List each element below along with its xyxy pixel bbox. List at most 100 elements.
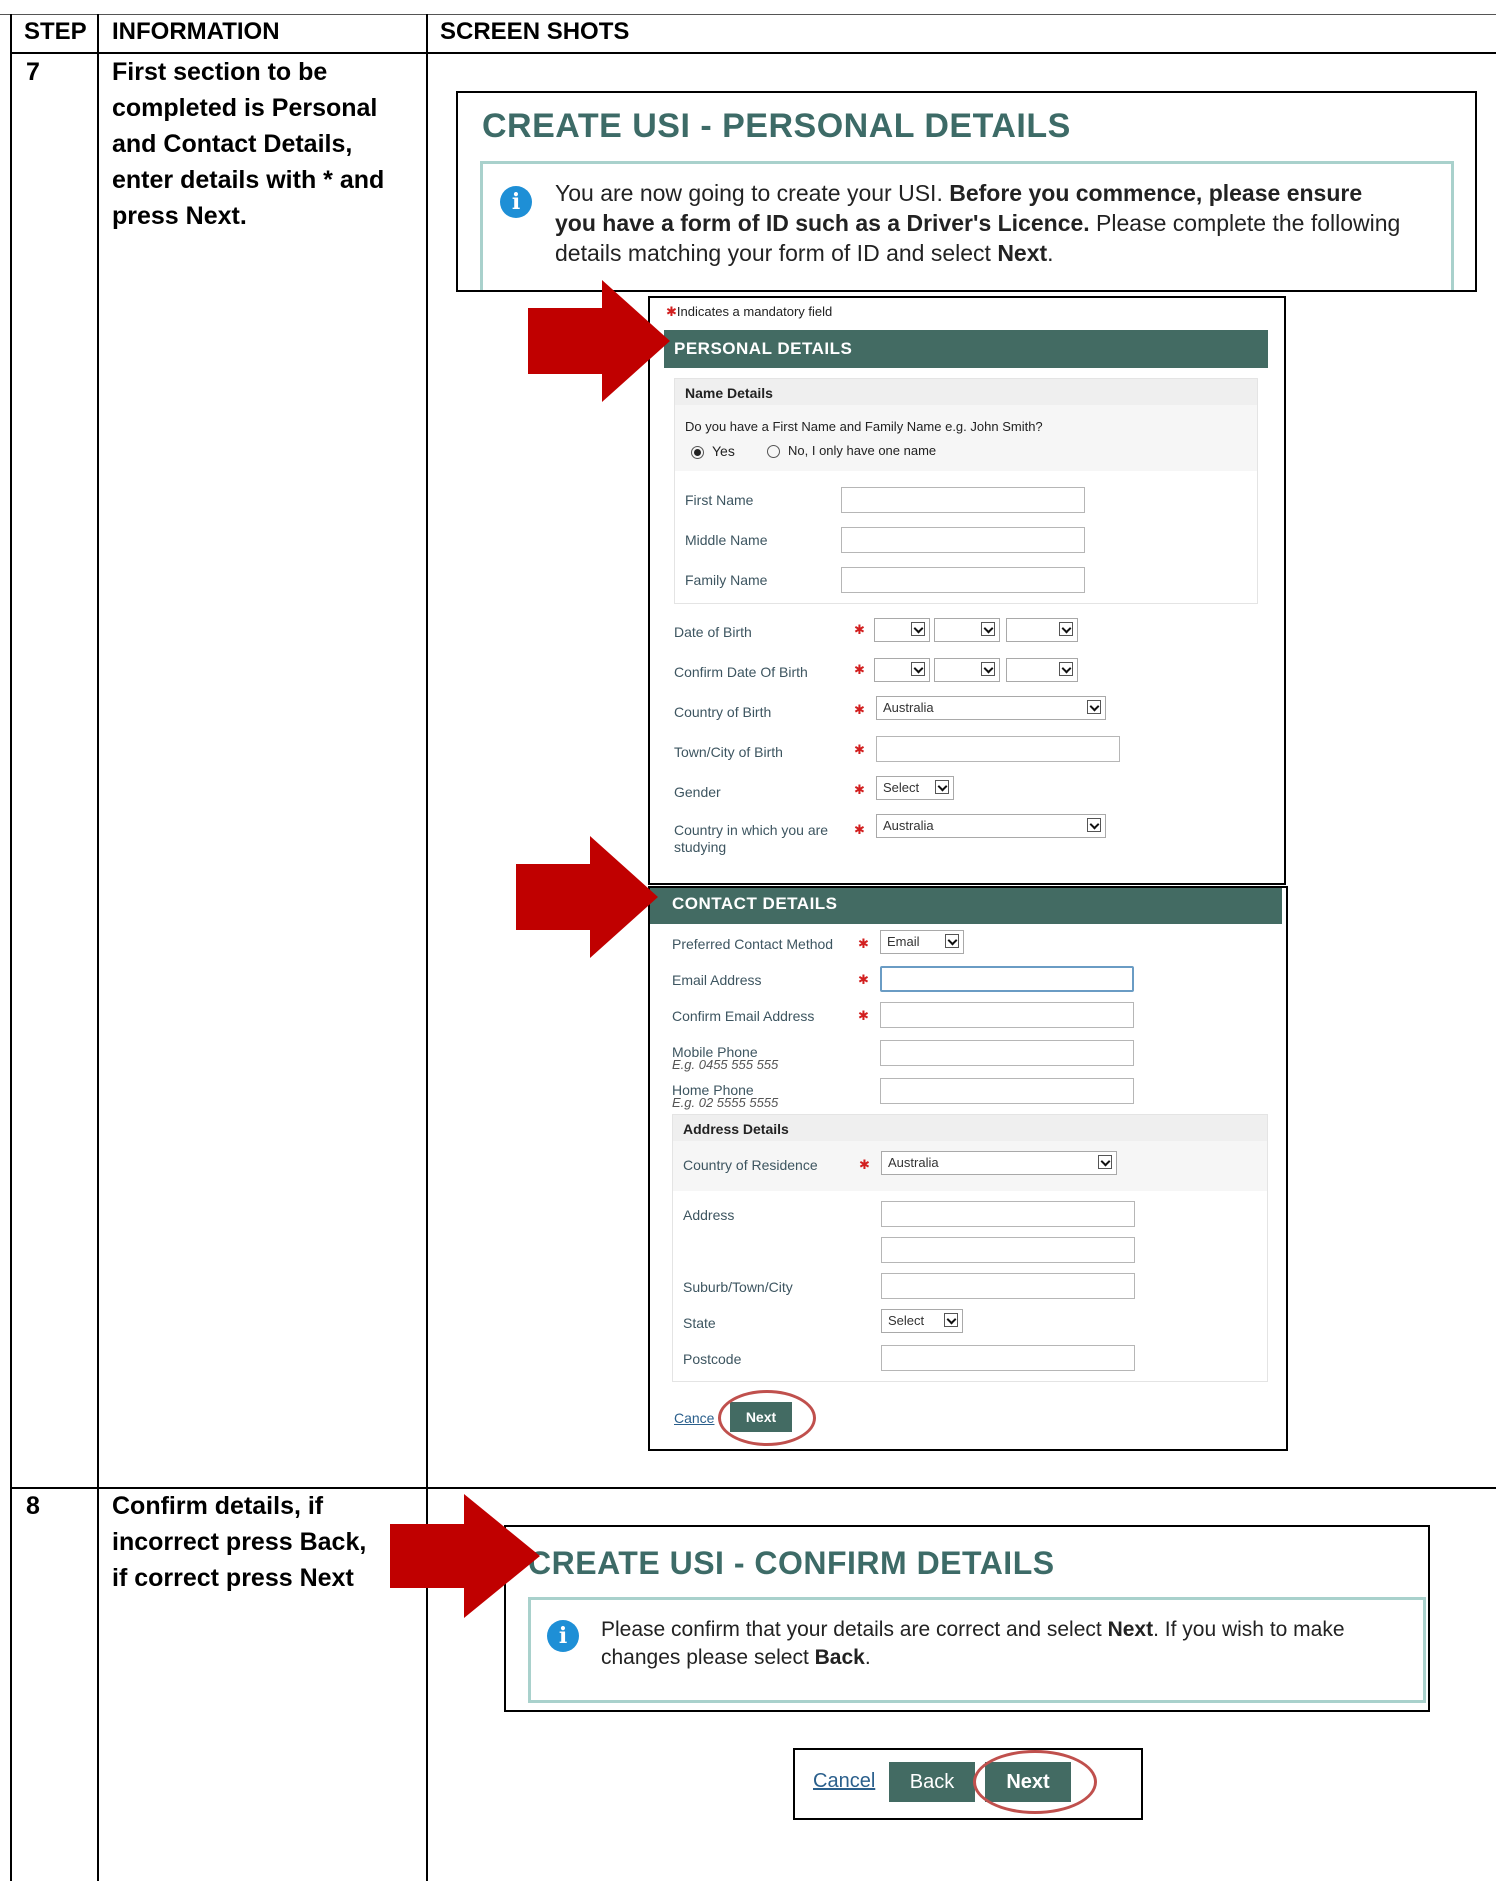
- required-star-icon: ✱: [854, 662, 865, 677]
- section-header-personal: PERSONAL DETAILS: [664, 330, 1268, 368]
- notice-text-part: . If you wish to make: [1153, 1618, 1345, 1641]
- notice-text: Please confirm that your details are cor…: [601, 1616, 1401, 1672]
- arrow-right-icon: [528, 280, 670, 402]
- country-of-birth-label: Country of Birth: [674, 704, 772, 720]
- notice-text-bold: Before you commence, please ensure: [949, 180, 1363, 206]
- dob-year-select[interactable]: [1006, 618, 1078, 642]
- country-of-birth-select[interactable]: Australia: [876, 696, 1106, 720]
- cancel-link[interactable]: Cancel: [813, 1770, 875, 1793]
- step-info-line: enter details with * and: [112, 166, 385, 194]
- step-info-line: Confirm details, if: [112, 1492, 324, 1520]
- chevron-down-icon: [1059, 662, 1073, 676]
- arrow-right-icon: [390, 1494, 540, 1618]
- first-name-label: First Name: [685, 492, 754, 508]
- town-of-birth-label: Town/City of Birth: [674, 744, 783, 760]
- chevron-down-icon: [981, 622, 995, 636]
- back-button[interactable]: Back: [889, 1762, 975, 1802]
- confirm-dob-year-select[interactable]: [1006, 658, 1078, 682]
- info-icon: i: [547, 1620, 579, 1652]
- family-name-input[interactable]: [841, 567, 1085, 593]
- town-of-birth-input[interactable]: [876, 736, 1120, 762]
- cancel-link[interactable]: Cance: [674, 1410, 714, 1426]
- required-star-icon: ✱: [858, 972, 869, 987]
- chevron-down-icon: [1059, 622, 1073, 636]
- home-phone-hint: E.g. 02 5555 5555: [672, 1095, 779, 1110]
- address-details-heading: Address Details: [683, 1121, 789, 1137]
- country-studying-label: Country in which you are studying: [674, 822, 828, 856]
- email-input[interactable]: [880, 966, 1134, 992]
- chevron-down-icon: [1087, 700, 1101, 714]
- step-number: 8: [26, 1492, 40, 1520]
- notice-text-bold: you have a form of ID such as a Driver's…: [555, 210, 1090, 236]
- country-residence-select[interactable]: Australia: [881, 1151, 1117, 1175]
- chevron-down-icon: [944, 1313, 958, 1327]
- highlight-oval: [718, 1390, 816, 1446]
- step-info-line: if correct press Next: [112, 1564, 354, 1592]
- confirm-dob-month-select[interactable]: [934, 658, 1000, 682]
- name-question: Do you have a First Name and Family Name…: [685, 419, 1043, 434]
- step-info-line: First section to be: [112, 58, 328, 86]
- address-line1-input[interactable]: [881, 1201, 1135, 1227]
- dob-label: Date of Birth: [674, 624, 752, 640]
- header-step: STEP: [24, 18, 87, 45]
- preferred-contact-label: Preferred Contact Method: [672, 936, 834, 952]
- required-star-icon: ✱: [854, 622, 865, 637]
- dob-day-select[interactable]: [874, 618, 930, 642]
- name-details-box: Name Details Do you have a First Name an…: [674, 378, 1258, 604]
- state-select[interactable]: Select: [881, 1309, 963, 1333]
- radio-no[interactable]: No, I only have one name: [767, 443, 937, 459]
- country-studying-label-line: studying: [674, 839, 727, 855]
- radio-unchecked-icon: [767, 445, 780, 459]
- first-name-input[interactable]: [841, 487, 1085, 513]
- country-studying-select[interactable]: Australia: [876, 814, 1106, 838]
- notice-text-part: .: [1047, 240, 1054, 266]
- required-star-icon: ✱: [859, 1157, 870, 1172]
- confirm-buttons-panel: Cancel Back Next: [793, 1748, 1143, 1820]
- step-info: Confirm details, if incorrect press Back…: [112, 1488, 366, 1596]
- confirm-email-label: Confirm Email Address: [672, 1008, 815, 1024]
- page-title: CREATE USI - PERSONAL DETAILS: [482, 107, 1071, 145]
- radio-no-label: No, I only have one name: [788, 443, 937, 458]
- required-star-icon: ✱: [854, 822, 865, 837]
- step-info-line: incorrect press Back,: [112, 1528, 367, 1556]
- postcode-input[interactable]: [881, 1345, 1135, 1371]
- chevron-down-icon: [1098, 1155, 1112, 1169]
- home-phone-input[interactable]: [880, 1078, 1134, 1104]
- notice-text-bold: Back: [814, 1646, 865, 1669]
- gender-select[interactable]: Select: [876, 776, 954, 800]
- contact-details-form: CONTACT DETAILS Preferred Contact Method…: [648, 886, 1288, 1451]
- suburb-label: Suburb/Town/City: [683, 1279, 793, 1295]
- confirm-details-banner: CREATE USI - CONFIRM DETAILS i Please co…: [504, 1525, 1430, 1712]
- notice-text-part: .: [864, 1646, 871, 1669]
- mandatory-note: ✱Indicates a mandatory field: [666, 304, 832, 320]
- notice-text-bold: Next: [1107, 1618, 1154, 1641]
- address-line2-input[interactable]: [881, 1237, 1135, 1263]
- postcode-label: Postcode: [683, 1351, 742, 1367]
- radio-yes[interactable]: Yes: [691, 443, 735, 459]
- chevron-down-icon: [935, 780, 949, 794]
- country-studying-value: Australia: [883, 818, 934, 833]
- address-details-box: Address Details Country of Residence ✱ A…: [672, 1114, 1268, 1382]
- info-icon: i: [500, 186, 532, 218]
- highlight-oval: [973, 1750, 1097, 1814]
- preferred-contact-select[interactable]: Email: [880, 930, 964, 954]
- country-residence-label: Country of Residence: [683, 1157, 818, 1173]
- mobile-hint: E.g. 0455 555 555: [672, 1057, 779, 1072]
- chevron-down-icon: [911, 622, 925, 636]
- confirm-dob-day-select[interactable]: [874, 658, 930, 682]
- country-residence-value: Australia: [888, 1155, 939, 1170]
- required-star-icon: ✱: [858, 1008, 869, 1023]
- mandatory-note-text: Indicates a mandatory field: [676, 304, 833, 319]
- mobile-input[interactable]: [880, 1040, 1134, 1066]
- notice-text-part: details matching your form of ID and sel…: [555, 240, 998, 266]
- confirm-email-input[interactable]: [880, 1002, 1134, 1028]
- suburb-input[interactable]: [881, 1273, 1135, 1299]
- step-number: 7: [26, 58, 40, 86]
- header-information: INFORMATION: [112, 18, 280, 45]
- middle-name-input[interactable]: [841, 527, 1085, 553]
- header-screen-shots: SCREEN SHOTS: [440, 18, 630, 45]
- gender-value: Select: [883, 780, 920, 795]
- chevron-down-icon: [911, 662, 925, 676]
- dob-month-select[interactable]: [934, 618, 1000, 642]
- notice-text-part: You are now going to create your USI.: [555, 180, 950, 206]
